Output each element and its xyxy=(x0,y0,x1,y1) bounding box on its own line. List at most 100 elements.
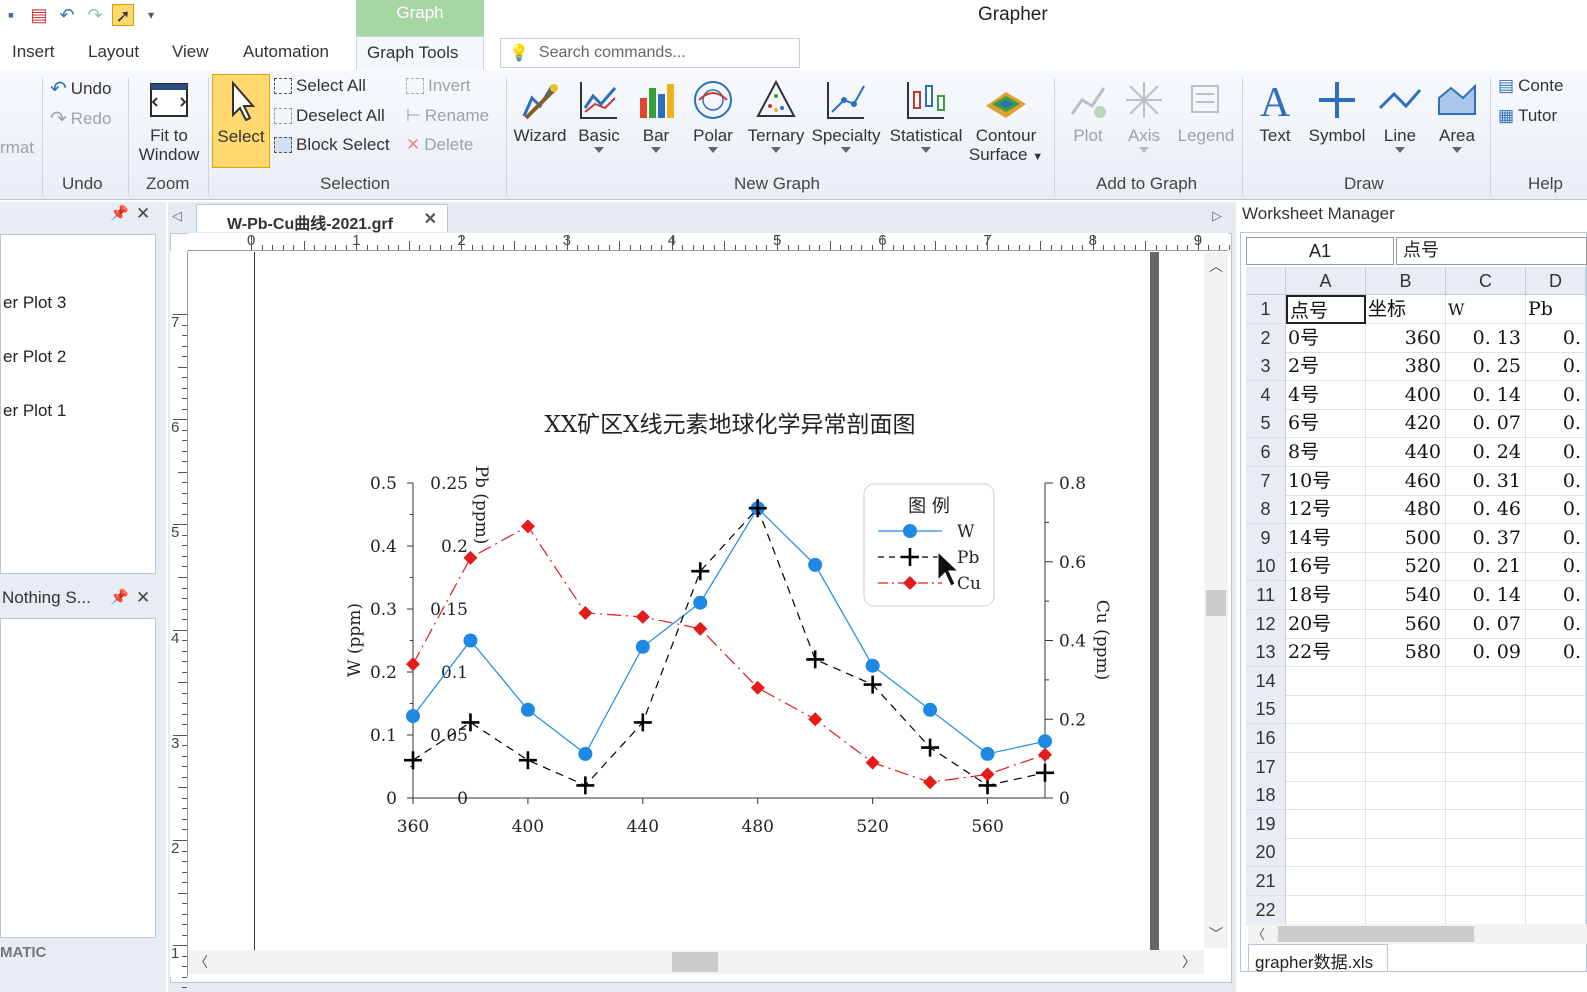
worksheet-hscroll[interactable]: 〈 xyxy=(1248,924,1587,944)
rename-button[interactable]: ⊢ Rename xyxy=(406,106,489,126)
pin-icon[interactable]: 📌 xyxy=(110,204,129,222)
table-cell[interactable] xyxy=(1286,809,1366,839)
horizontal-scrollbar[interactable]: 〈 〉 xyxy=(188,950,1204,974)
contents-button[interactable]: ▤ Conte xyxy=(1498,76,1563,96)
table-cell[interactable] xyxy=(1286,695,1366,725)
tab-close-icon[interactable]: ✕ xyxy=(424,209,437,229)
table-cell[interactable]: 0. 13 xyxy=(1446,323,1526,353)
table-cell[interactable]: 6号 xyxy=(1286,409,1366,439)
table-cell[interactable] xyxy=(1366,895,1446,925)
row-header[interactable]: 13 xyxy=(1246,638,1286,668)
table-cell[interactable] xyxy=(1526,867,1586,896)
table-cell[interactable] xyxy=(1366,666,1446,696)
search-commands[interactable]: 💡 Search commands... xyxy=(500,38,800,68)
line-button[interactable]: Line xyxy=(1374,78,1426,153)
table-cell[interactable] xyxy=(1286,752,1366,782)
table-cell[interactable]: 460 xyxy=(1366,466,1446,496)
pin-icon-2[interactable]: 📌 xyxy=(110,588,129,606)
table-cell[interactable] xyxy=(1286,867,1366,896)
table-cell[interactable]: 500 xyxy=(1366,523,1446,553)
table-cell[interactable]: 0. 14 xyxy=(1446,380,1526,410)
undo-quick-icon[interactable]: ↶ xyxy=(56,4,78,26)
table-cell[interactable] xyxy=(1526,809,1586,839)
table-cell[interactable] xyxy=(1446,895,1526,925)
text-button[interactable]: A Text xyxy=(1250,78,1300,145)
menu-insert[interactable]: Insert xyxy=(12,42,55,62)
table-cell[interactable] xyxy=(1366,809,1446,839)
table-cell[interactable]: 0. 09 xyxy=(1446,638,1526,668)
table-cell[interactable] xyxy=(1526,666,1586,696)
menu-view[interactable]: View xyxy=(172,42,209,62)
invert-button[interactable]: Invert xyxy=(406,76,471,96)
table-cell[interactable]: 0. xyxy=(1526,466,1586,496)
table-cell[interactable]: 560 xyxy=(1366,609,1446,639)
row-header[interactable]: 14 xyxy=(1246,666,1286,696)
tree-item-plot-2[interactable]: er Plot 2 xyxy=(3,347,66,367)
tree-item-plot-3[interactable]: er Plot 3 xyxy=(3,293,66,313)
fit-to-window-button[interactable]: Fit to Window xyxy=(134,78,204,164)
select-button[interactable]: Select xyxy=(212,74,270,168)
table-cell[interactable]: 440 xyxy=(1366,438,1446,467)
table-cell[interactable] xyxy=(1366,695,1446,725)
scroll-up-icon[interactable]: ︿ xyxy=(1209,256,1223,276)
basic-button[interactable]: Basic xyxy=(574,78,624,153)
table-cell[interactable]: 20号 xyxy=(1286,609,1366,639)
table-cell[interactable]: 0. xyxy=(1526,552,1586,582)
table-cell[interactable]: 380 xyxy=(1366,352,1446,382)
table-cell[interactable] xyxy=(1366,752,1446,782)
table-cell[interactable]: 12号 xyxy=(1286,495,1366,525)
save-icon[interactable]: ▪ xyxy=(0,4,22,26)
table-cell[interactable]: 16号 xyxy=(1286,552,1366,582)
vertical-scroll-thumb[interactable] xyxy=(1206,590,1226,616)
add-legend-button[interactable]: Legend xyxy=(1174,78,1238,145)
table-cell[interactable]: 580 xyxy=(1366,638,1446,668)
row-header[interactable]: 6 xyxy=(1246,438,1286,467)
table-cell[interactable]: 10号 xyxy=(1286,466,1366,496)
menu-layout[interactable]: Layout xyxy=(88,42,139,62)
sheet-tab[interactable]: grapher数据.xls xyxy=(1248,944,1388,972)
select-pointer-icon[interactable]: ➚ xyxy=(112,4,134,26)
table-cell[interactable]: Pb xyxy=(1526,295,1586,324)
table-cell[interactable]: 520 xyxy=(1366,552,1446,582)
table-cell[interactable] xyxy=(1526,724,1586,753)
row-header[interactable]: 16 xyxy=(1246,724,1286,753)
table-cell[interactable]: 0. 14 xyxy=(1446,581,1526,610)
search-input[interactable]: Search commands... xyxy=(539,44,686,62)
table-cell[interactable] xyxy=(1526,781,1586,811)
table-cell[interactable]: 18号 xyxy=(1286,581,1366,610)
row-header[interactable]: 15 xyxy=(1246,695,1286,725)
table-cell[interactable]: 点号 xyxy=(1286,295,1366,324)
row-header[interactable]: 9 xyxy=(1246,523,1286,553)
table-cell[interactable]: 0. 46 xyxy=(1446,495,1526,525)
cell-value-field[interactable]: 点号 xyxy=(1396,237,1587,265)
table-cell[interactable]: 0. xyxy=(1526,323,1586,353)
table-cell[interactable]: 0. xyxy=(1526,609,1586,639)
tab-scroll-left-icon[interactable]: ◁ xyxy=(172,208,182,224)
close-icon[interactable]: ✕ xyxy=(136,204,150,224)
row-header[interactable]: 20 xyxy=(1246,838,1286,868)
row-header[interactable]: 2 xyxy=(1246,323,1286,353)
tree-item-plot-1[interactable]: er Plot 1 xyxy=(3,401,66,421)
table-cell[interactable]: 0. xyxy=(1526,352,1586,382)
row-header[interactable]: 7 xyxy=(1246,466,1286,496)
table-cell[interactable]: 0. 24 xyxy=(1446,438,1526,467)
ws-scroll-thumb[interactable] xyxy=(1278,926,1474,942)
table-cell[interactable] xyxy=(1526,695,1586,725)
row-header[interactable]: 1 xyxy=(1246,295,1286,324)
grid-corner[interactable] xyxy=(1246,267,1286,295)
table-cell[interactable] xyxy=(1446,809,1526,839)
vertical-scrollbar[interactable]: ︿ ﹀ xyxy=(1204,252,1228,948)
row-header[interactable]: 10 xyxy=(1246,552,1286,582)
row-header[interactable]: 22 xyxy=(1246,895,1286,925)
table-cell[interactable]: 480 xyxy=(1366,495,1446,525)
table-cell[interactable] xyxy=(1286,724,1366,753)
table-cell[interactable] xyxy=(1446,867,1526,896)
table-cell[interactable] xyxy=(1286,838,1366,868)
table-cell[interactable]: 0. xyxy=(1526,438,1586,467)
cell-reference[interactable]: A1 xyxy=(1246,237,1394,265)
table-cell[interactable]: 0. 21 xyxy=(1446,552,1526,582)
table-cell[interactable]: 0号 xyxy=(1286,323,1366,353)
scroll-down-icon[interactable]: ﹀ xyxy=(1209,924,1223,944)
row-header[interactable]: 3 xyxy=(1246,352,1286,382)
menu-automation[interactable]: Automation xyxy=(243,42,329,62)
